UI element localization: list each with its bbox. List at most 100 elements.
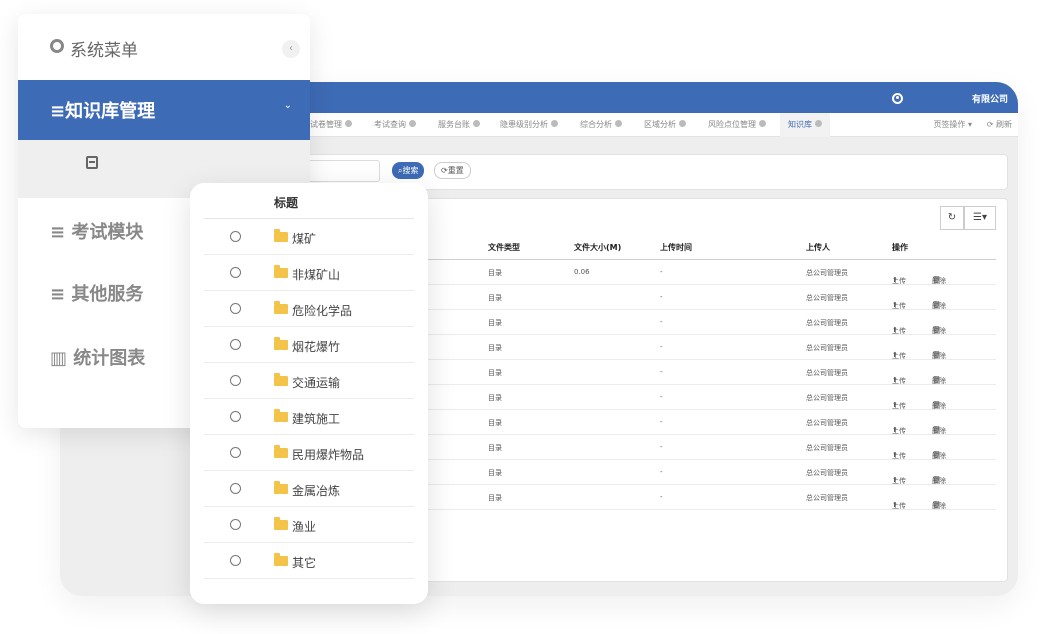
menu-icon: ≡ [50,101,66,122]
folder-icon [274,553,288,566]
menu-icon: ≡ [50,284,72,305]
refresh-icon: ↻ [947,212,957,223]
list-item[interactable]: 危险化学品 [204,291,414,327]
title-popup: 标题 煤矿 非煤矿山 危险化学品 烟花爆竹 交通运输 建筑施工 民用爆炸物品 金… [190,183,428,604]
close-icon[interactable] [551,120,558,127]
column-header-file-type[interactable]: 文件类型 [488,242,520,253]
cell-uploader: 总公司管理员 [806,269,848,277]
sidebar-item-exam[interactable]: ≡ 考试模块 [50,218,143,244]
tab-label: 服务台账 [438,120,470,129]
close-icon[interactable] [409,120,416,127]
close-icon[interactable] [759,120,766,127]
user-icon[interactable] [892,93,903,104]
cell-type: 目录 [488,444,502,452]
collapse-sidebar-button[interactable]: ‹ [282,40,300,58]
close-icon[interactable] [815,120,822,127]
tab-exam-query[interactable]: 考试查询 [374,113,416,137]
sidebar-title: 系统菜单 [70,41,138,61]
cell-type: 目录 [488,344,502,352]
tab-risk-point[interactable]: 风险点位管理 [708,113,766,137]
list-item-label: 非煤矿山 [292,268,341,282]
menu-icon: ≡ [50,222,72,243]
cell-time: - [660,343,663,351]
cell-time: - [660,468,663,476]
tab-label: 风险点位管理 [708,120,756,129]
sidebar-header: 系统菜单 ‹ [18,14,310,80]
cell-type: 目录 [488,469,502,477]
radio-button[interactable] [230,555,241,566]
radio-button[interactable] [230,339,241,350]
close-icon[interactable] [345,120,352,127]
radio-button[interactable] [230,519,241,530]
radio-button[interactable] [230,267,241,278]
tab-service-ledger[interactable]: 服务台账 [438,113,480,137]
list-item[interactable]: 民用爆炸物品 [204,435,414,471]
bar-chart-icon: ▥ [50,348,74,369]
list-item-label: 其它 [292,556,317,570]
tab-hazard-level[interactable]: 隐患级别分析 [500,113,558,137]
tab-label: 试卷管理 [310,120,342,129]
radio-button[interactable] [230,447,241,458]
radio-button[interactable] [230,375,241,386]
column-header-actions: 操作 [892,243,908,252]
cell-uploader: 总公司管理员 [806,469,848,477]
cell-uploader: 总公司管理员 [806,319,848,327]
radio-button[interactable] [230,483,241,494]
columns-toggle-button[interactable]: ☰▾ [964,206,996,230]
tab-exam-paper[interactable]: 试卷管理 [310,113,352,137]
list-icon: ☰▾ [973,212,987,223]
close-icon[interactable] [615,120,622,127]
list-item-label: 烟花爆竹 [292,340,341,354]
sidebar-item-active-text: 知识库管理 [65,101,156,122]
list-item[interactable]: 煤矿 [204,219,414,255]
list-item-label: 危险化学品 [292,304,353,318]
sidebar-item-knowledge-base[interactable]: ≡知识库管理 ⌄ [18,80,310,140]
cell-type: 目录 [488,294,502,302]
refresh-button[interactable]: ⟳ 刷新 [987,113,1012,137]
cell-time: - [660,443,663,451]
column-header-upload-time[interactable]: 上传时间 [660,242,692,253]
list-item-label: 建筑施工 [292,412,341,426]
radio-button[interactable] [230,411,241,422]
tab-ops-dropdown[interactable]: 页签操作 ▾ [933,113,972,137]
column-header-file-size[interactable]: 文件大小(M) [574,242,621,253]
list-item[interactable]: 其它 [204,543,414,579]
radio-button[interactable] [230,231,241,242]
cell-type: 目录 [488,369,502,377]
sidebar-item-charts[interactable]: ▥ 统计图表 [50,344,145,370]
cell-type: 目录 [488,494,502,502]
cell-size: 0.06 [574,268,590,276]
column-header-uploader[interactable]: 上传人 [806,242,830,253]
refresh-table-button[interactable]: ↻ [940,206,964,230]
tab-composite-analysis[interactable]: 综合分析 [580,113,622,137]
tab-knowledge-base[interactable]: 知识库 [780,113,830,137]
sidebar-item-other-services[interactable]: ≡ 其他服务 [50,280,143,306]
list-item[interactable]: 非煤矿山 [204,255,414,291]
tab-label: 知识库 [788,120,812,129]
gear-icon [50,39,64,53]
list-item[interactable]: 建筑施工 [204,399,414,435]
list-item-label: 金属冶炼 [292,484,341,498]
tab-label: 综合分析 [580,120,612,129]
list-item[interactable]: 交通运输 [204,363,414,399]
tab-label: 隐患级别分析 [500,120,548,129]
search-button[interactable]: ⌕搜索 [392,162,425,179]
cell-type: 目录 [488,269,502,277]
list-item[interactable]: 烟花爆竹 [204,327,414,363]
list-item[interactable]: 金属冶炼 [204,471,414,507]
tab-region-analysis[interactable]: 区域分析 [644,113,686,137]
upload-label: 上传 [892,502,906,510]
tab-label: 区域分析 [644,120,676,129]
reset-button[interactable]: ⟳重置 [434,162,471,179]
folder-icon [274,265,288,278]
cell-time: - [660,268,663,276]
list-item[interactable]: 渔业 [204,507,414,543]
list-item-label: 民用爆炸物品 [292,448,365,462]
close-icon[interactable] [679,120,686,127]
cell-time: - [660,318,663,326]
popup-title: 标题 [274,196,299,210]
close-icon[interactable] [473,120,480,127]
folder-open-icon [274,229,288,242]
list-item-label: 渔业 [292,520,317,534]
radio-button[interactable] [230,303,241,314]
